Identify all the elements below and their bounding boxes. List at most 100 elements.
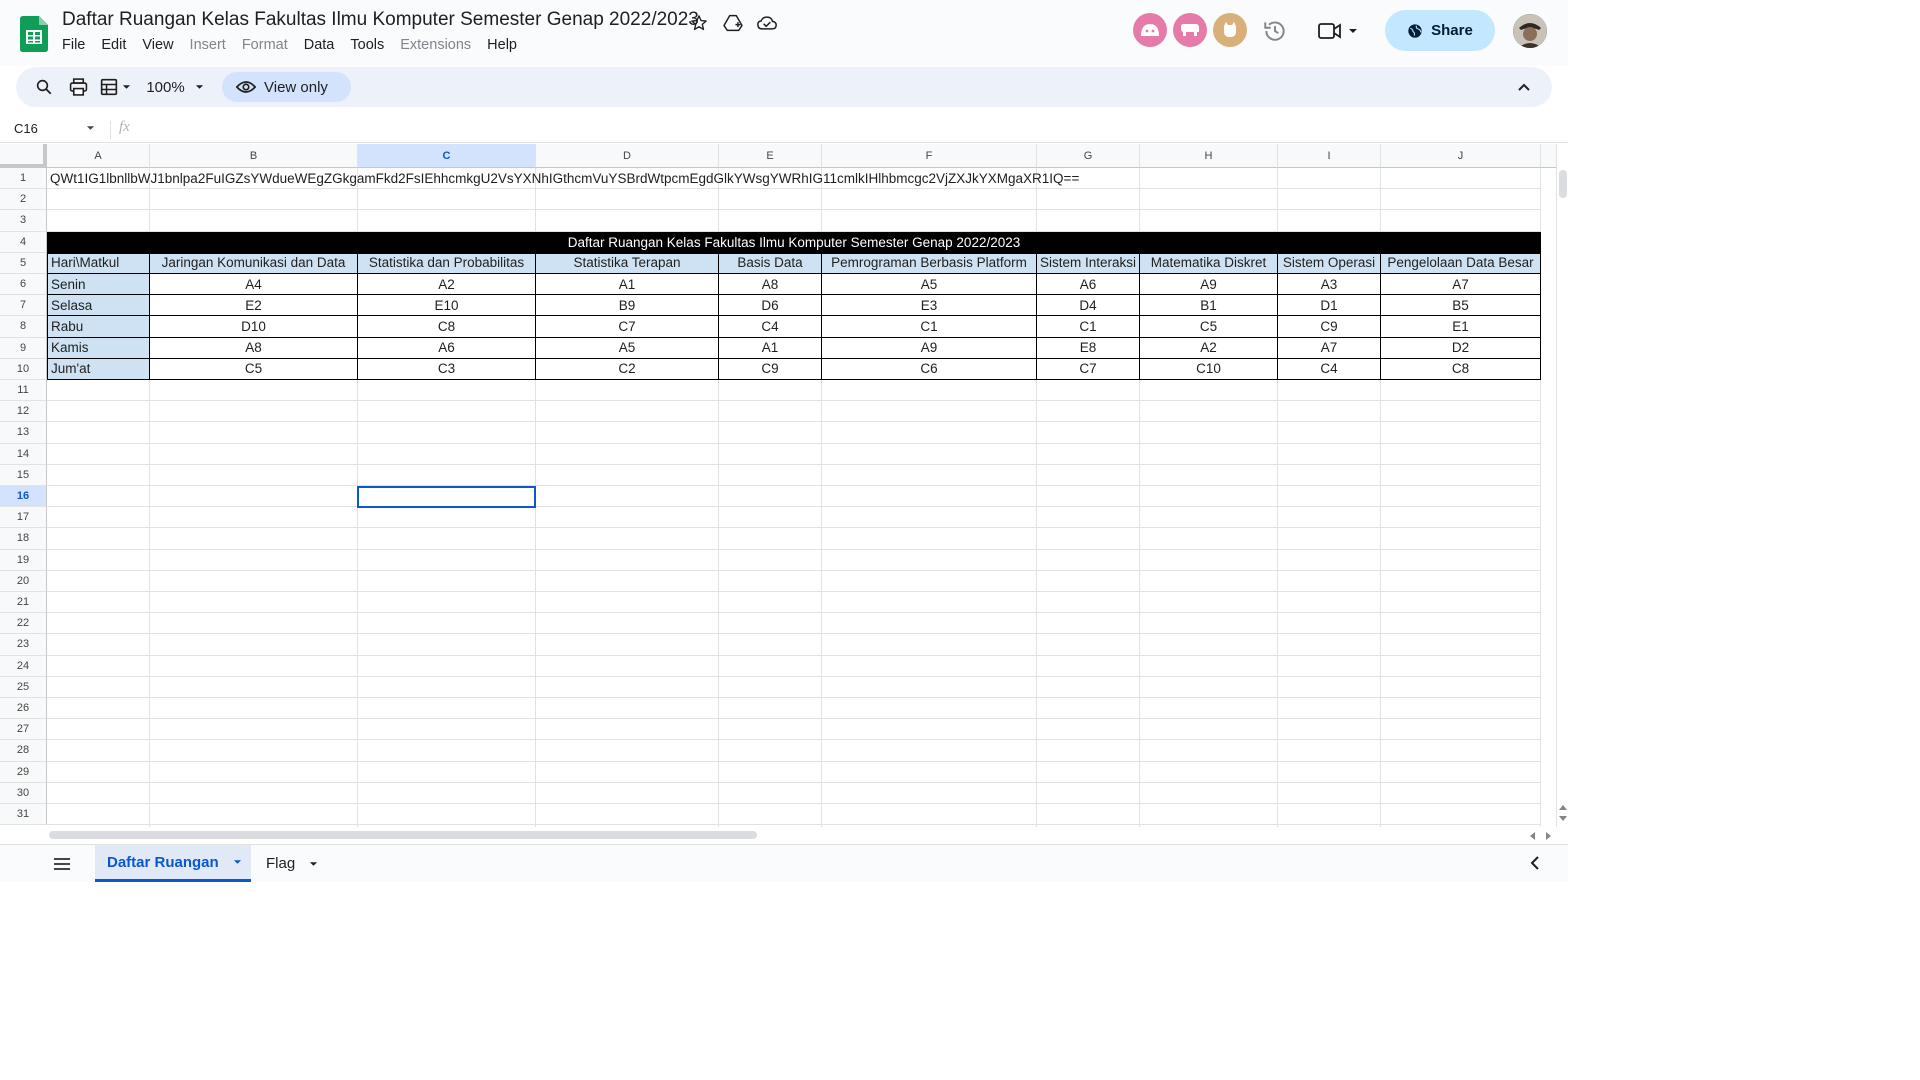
selected-cell-c16[interactable] bbox=[357, 485, 536, 508]
document-title[interactable]: Daftar Ruangan Kelas Fakultas Ilmu Kompu… bbox=[62, 9, 699, 31]
room-cell[interactable]: E3 bbox=[822, 295, 1037, 317]
row-header-4[interactable]: 4 bbox=[0, 231, 47, 253]
room-cell[interactable]: A7 bbox=[1381, 274, 1541, 296]
scroll-down-icon[interactable] bbox=[1559, 816, 1567, 822]
row-header-13[interactable]: 13 bbox=[0, 422, 47, 444]
room-cell[interactable]: A3 bbox=[1278, 274, 1381, 296]
room-cell[interactable]: C6 bbox=[822, 358, 1037, 380]
room-cell[interactable]: C8 bbox=[358, 316, 536, 338]
room-cell[interactable]: B5 bbox=[1381, 295, 1541, 317]
table-header-cell[interactable]: Sistem Interaksi bbox=[1037, 252, 1140, 274]
row-header-12[interactable]: 12 bbox=[0, 401, 47, 423]
column-header-d[interactable]: D bbox=[536, 144, 719, 168]
version-history-icon[interactable] bbox=[1262, 18, 1288, 44]
table-header-cell[interactable]: Jaringan Komunikasi dan Data bbox=[150, 252, 358, 274]
column-header-g[interactable]: G bbox=[1037, 144, 1140, 168]
table-header-cell[interactable]: Hari\Matkul bbox=[47, 252, 150, 274]
room-cell[interactable]: C1 bbox=[822, 316, 1037, 338]
row-header-1[interactable]: 1 bbox=[0, 168, 47, 190]
day-cell[interactable]: Jum'at bbox=[47, 358, 150, 380]
room-cell[interactable]: A2 bbox=[1140, 337, 1278, 359]
menu-data[interactable]: Data bbox=[304, 37, 343, 53]
row-header-3[interactable]: 3 bbox=[0, 210, 47, 232]
room-cell[interactable]: C3 bbox=[358, 358, 536, 380]
room-cell[interactable]: C9 bbox=[719, 358, 822, 380]
table-header-cell[interactable]: Basis Data bbox=[719, 252, 822, 274]
vertical-scrollbar[interactable] bbox=[1556, 144, 1568, 827]
table-title[interactable]: Daftar Ruangan Kelas Fakultas Ilmu Kompu… bbox=[47, 231, 1541, 253]
meet-button[interactable] bbox=[1318, 18, 1366, 44]
row-header-5[interactable]: 5 bbox=[0, 252, 47, 274]
scroll-right-icon[interactable] bbox=[1546, 832, 1552, 840]
spreadsheet-grid[interactable]: A B C D E F G H I J 1 2 3 4 5 6 7 8 9 10 11 12 13 14 15 16 17 18 19 2… bbox=[0, 144, 1556, 827]
column-header-i[interactable]: I bbox=[1278, 144, 1381, 168]
scrollbar-thumb[interactable] bbox=[1559, 170, 1567, 198]
room-cell[interactable]: D1 bbox=[1278, 295, 1381, 317]
room-cell[interactable]: C8 bbox=[1381, 358, 1541, 380]
menu-extensions[interactable]: Extensions bbox=[400, 37, 479, 53]
row-header-8[interactable]: 8 bbox=[0, 316, 47, 338]
horizontal-scrollbar[interactable] bbox=[47, 828, 1556, 842]
room-cell[interactable]: A4 bbox=[150, 274, 358, 296]
menu-tools[interactable]: Tools bbox=[350, 37, 392, 53]
row-header-17[interactable]: 17 bbox=[0, 507, 47, 529]
room-cell[interactable]: C4 bbox=[719, 316, 822, 338]
scroll-up-icon[interactable] bbox=[1559, 804, 1567, 810]
chevron-left-icon[interactable] bbox=[1530, 856, 1540, 870]
row-header-15[interactable]: 15 bbox=[0, 464, 47, 486]
column-header-e[interactable]: E bbox=[719, 144, 822, 168]
cell-a1-encoded-text[interactable]: QWt1IG1lbnllbWJ1bnlpa2FuIGZsYWdueWEgZGkg… bbox=[50, 168, 1079, 189]
row-header-20[interactable]: 20 bbox=[0, 570, 47, 592]
all-sheets-menu-icon[interactable] bbox=[50, 855, 74, 873]
room-cell[interactable]: A5 bbox=[822, 274, 1037, 296]
table-header-cell[interactable]: Statistika Terapan bbox=[536, 252, 719, 274]
row-header-14[interactable]: 14 bbox=[0, 443, 47, 465]
table-header-cell[interactable]: Sistem Operasi bbox=[1278, 252, 1381, 274]
column-header-b[interactable]: B bbox=[150, 144, 358, 168]
column-header-f[interactable]: F bbox=[822, 144, 1037, 168]
chevron-down-icon[interactable] bbox=[309, 861, 318, 867]
star-icon[interactable] bbox=[688, 12, 710, 34]
menu-help[interactable]: Help bbox=[487, 37, 525, 53]
row-header-31[interactable]: 31 bbox=[0, 804, 47, 826]
sheet-tab-daftar-ruangan[interactable]: Daftar Ruangan bbox=[95, 845, 251, 882]
table-header-cell[interactable]: Matematika Diskret bbox=[1140, 252, 1278, 274]
row-header-22[interactable]: 22 bbox=[0, 613, 47, 635]
move-to-drive-icon[interactable] bbox=[722, 12, 744, 34]
column-header-h[interactable]: H bbox=[1140, 144, 1278, 168]
sheet-tab-flag[interactable]: Flag bbox=[256, 845, 318, 882]
table-header-cell[interactable]: Pemrograman Berbasis Platform bbox=[822, 252, 1037, 274]
share-button[interactable]: Share bbox=[1385, 10, 1495, 51]
account-avatar[interactable] bbox=[1513, 14, 1547, 48]
sheets-logo-icon[interactable] bbox=[20, 16, 48, 52]
room-cell[interactable]: D10 bbox=[150, 316, 358, 338]
row-header-29[interactable]: 29 bbox=[0, 761, 47, 783]
room-cell[interactable]: D6 bbox=[719, 295, 822, 317]
row-header-28[interactable]: 28 bbox=[0, 740, 47, 762]
day-cell[interactable]: Selasa bbox=[47, 295, 150, 317]
row-header-25[interactable]: 25 bbox=[0, 676, 47, 698]
column-header-j[interactable]: J bbox=[1381, 144, 1541, 168]
room-cell[interactable]: E8 bbox=[1037, 337, 1140, 359]
room-cell[interactable]: C4 bbox=[1278, 358, 1381, 380]
row-header-7[interactable]: 7 bbox=[0, 295, 47, 317]
room-cell[interactable]: A6 bbox=[1037, 274, 1140, 296]
row-header-26[interactable]: 26 bbox=[0, 698, 47, 720]
row-header-2[interactable]: 2 bbox=[0, 189, 47, 211]
row-header-21[interactable]: 21 bbox=[0, 592, 47, 614]
row-header-16[interactable]: 16 bbox=[0, 486, 47, 508]
menu-file[interactable]: File bbox=[62, 37, 93, 53]
row-header-23[interactable]: 23 bbox=[0, 634, 47, 656]
row-header-6[interactable]: 6 bbox=[0, 274, 47, 296]
room-cell[interactable]: E10 bbox=[358, 295, 536, 317]
room-cell[interactable]: B1 bbox=[1140, 295, 1278, 317]
room-cell[interactable]: D2 bbox=[1381, 337, 1541, 359]
room-cell[interactable]: A6 bbox=[358, 337, 536, 359]
room-cell[interactable]: C5 bbox=[150, 358, 358, 380]
table-header-cell[interactable]: Pengelolaan Data Besar bbox=[1381, 252, 1541, 274]
room-cell[interactable]: C7 bbox=[1037, 358, 1140, 380]
viewer-avatar[interactable] bbox=[1133, 13, 1167, 47]
menu-view[interactable]: View bbox=[142, 37, 181, 53]
menu-format[interactable]: Format bbox=[242, 37, 296, 53]
day-cell[interactable]: Kamis bbox=[47, 337, 150, 359]
